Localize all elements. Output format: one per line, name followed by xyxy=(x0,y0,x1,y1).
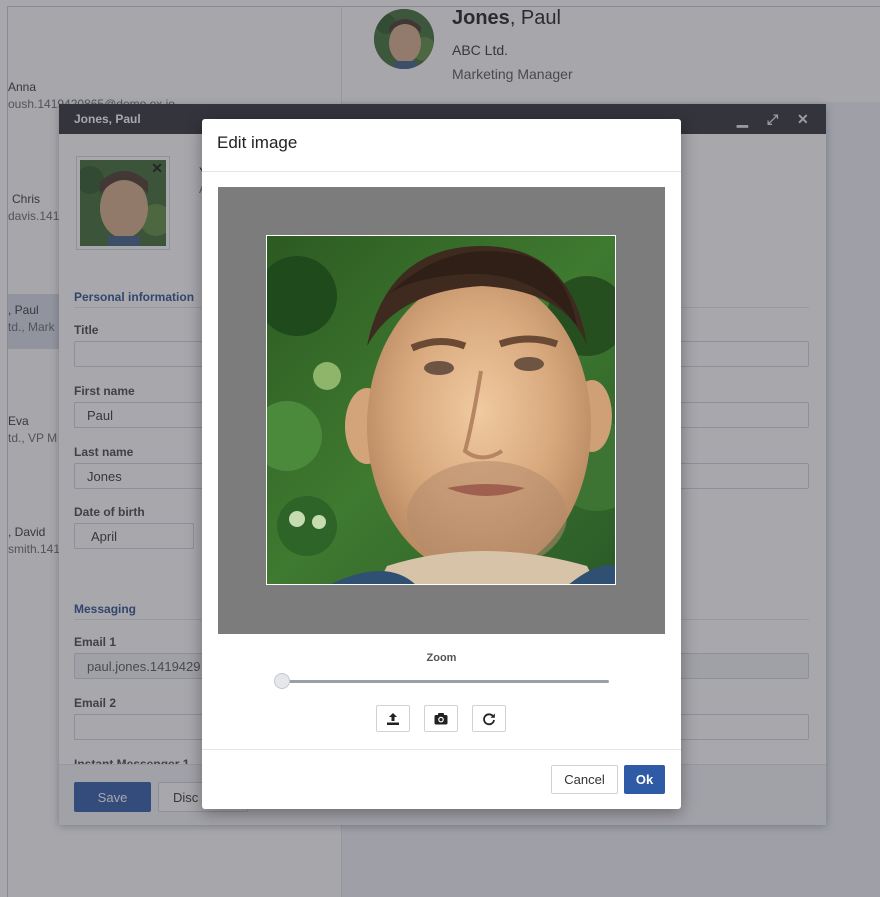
upload-button[interactable] xyxy=(376,705,410,732)
cancel-button[interactable]: Cancel xyxy=(551,765,618,794)
dialog-title: Edit image xyxy=(217,133,298,152)
dialog-divider xyxy=(202,749,681,750)
dialog-divider xyxy=(202,171,681,172)
zoom-slider-thumb[interactable] xyxy=(274,673,290,689)
camera-button[interactable] xyxy=(424,705,458,732)
portrait-image xyxy=(267,236,615,584)
ok-button[interactable]: Ok xyxy=(624,765,665,794)
upload-icon xyxy=(387,712,399,725)
camera-icon xyxy=(434,713,448,725)
zoom-label: Zoom xyxy=(426,652,457,664)
edit-image-dialog: Edit image Zoom Cancel Ok xyxy=(202,119,681,809)
rotate-icon xyxy=(483,712,495,725)
zoom-slider-track[interactable] xyxy=(282,680,609,683)
crop-selection[interactable] xyxy=(266,235,616,585)
crop-area[interactable] xyxy=(218,187,665,634)
rotate-button[interactable] xyxy=(472,705,506,732)
